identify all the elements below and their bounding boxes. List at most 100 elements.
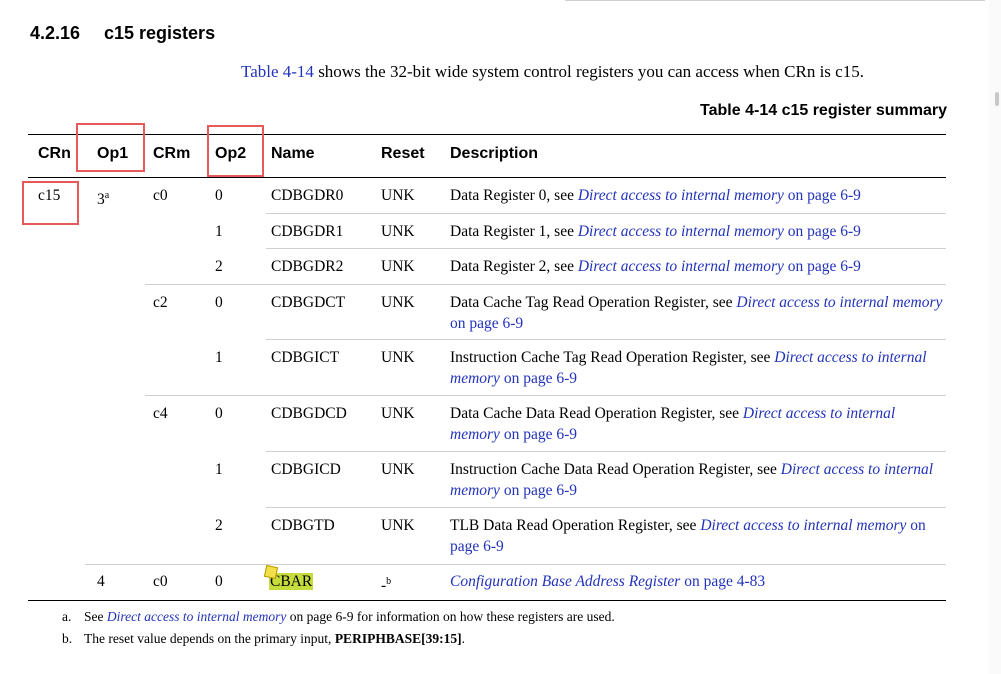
footnote-text: The reset value depends on the primary i…: [84, 631, 465, 647]
cell-crm: c0: [153, 187, 168, 204]
desc-link[interactable]: Direct access to internal memory: [700, 517, 906, 534]
cell-name: CDBGDR0: [271, 187, 344, 204]
cell-description: Configuration Base Address Register on p…: [450, 571, 945, 592]
page-link[interactable]: on page 6-9: [500, 370, 577, 387]
intro-paragraph: Table 4-14 shows the 32-bit wide system …: [241, 62, 864, 82]
row-divider: [266, 213, 946, 214]
signal-name: PERIPHBASE[39:15]: [334, 631, 462, 646]
footnote-label: a.: [62, 609, 72, 624]
desc-text: Data Register 1, see: [450, 223, 578, 240]
cell-description: Data Register 1, see Direct access to in…: [450, 221, 945, 242]
annotation-box-op1: [76, 123, 145, 172]
section-title: c15 registers: [104, 23, 216, 43]
section-heading: 4.2.16 c15 registers: [30, 23, 215, 44]
table-top-rule: [28, 134, 946, 135]
cell-name: CDBGICD: [271, 461, 341, 478]
cell-op1: 4: [97, 573, 105, 590]
cell-description: Data Register 0, see Direct access to in…: [450, 185, 945, 206]
desc-text: Data Cache Tag Read Operation Register, …: [450, 294, 737, 311]
table-title: Table 4-14 c15 register summary: [700, 102, 947, 119]
annotation-box-op2: [207, 125, 264, 177]
cell-reset: -b: [381, 571, 391, 596]
desc-text: Instruction Cache Tag Read Operation Reg…: [450, 349, 775, 366]
cell-description: Data Cache Data Read Operation Register,…: [450, 403, 945, 445]
desc-text: TLB Data Read Operation Register, see: [450, 517, 701, 534]
cell-description: Data Cache Tag Read Operation Register, …: [450, 292, 945, 334]
desc-link[interactable]: Configuration Base Address Register: [450, 573, 680, 590]
row-divider: [266, 339, 946, 340]
cell-op2: 0: [215, 187, 223, 204]
cell-crm: c2: [153, 294, 168, 311]
row-divider: [145, 284, 946, 285]
cell-description: Data Register 2, see Direct access to in…: [450, 256, 945, 277]
cell-name: CDBGDR2: [271, 258, 344, 275]
cell-reset: UNK: [381, 187, 415, 204]
cell-op2: 1: [215, 223, 223, 240]
cell-name: CDBGDCD: [271, 405, 347, 422]
page-link[interactable]: on page 6-9: [450, 315, 523, 332]
cell-op2: 0: [215, 405, 223, 422]
page-link[interactable]: on page 6-9: [784, 187, 861, 204]
cell-reset: UNK: [381, 258, 415, 275]
cell-op2: 1: [215, 461, 223, 478]
footnote-ref[interactable]: a: [105, 190, 109, 201]
annotation-box-crn: [22, 181, 79, 225]
cell-reset: UNK: [381, 349, 415, 366]
col-header-name: Name: [271, 145, 315, 162]
scrollbar[interactable]: [989, 0, 1001, 674]
cell-reset: UNK: [381, 294, 415, 311]
desc-link[interactable]: Direct access to internal memory: [578, 223, 784, 240]
cell-op2: 0: [215, 294, 223, 311]
cell-op2: 2: [215, 517, 223, 534]
desc-text: Data Register 2, see: [450, 258, 578, 275]
cell-reset: UNK: [381, 405, 415, 422]
footnote-link[interactable]: Direct access to internal memory: [107, 609, 286, 624]
col-header-crn: CRn: [38, 145, 71, 162]
cell-op2: 1: [215, 349, 223, 366]
cell-name: CDBGDCT: [271, 294, 346, 311]
annotation-marker-icon[interactable]: [263, 564, 279, 580]
desc-link[interactable]: Direct access to internal memory: [578, 258, 784, 275]
footnote-label: b.: [62, 631, 73, 646]
cell-crm: c0: [153, 573, 168, 590]
footnote-pre: The reset value depends on the primary i…: [84, 631, 335, 646]
col-header-description: Description: [450, 145, 539, 162]
row-divider: [266, 248, 946, 249]
cell-description: Instruction Cache Tag Read Operation Reg…: [450, 347, 945, 389]
row-divider: [85, 564, 946, 565]
intro-text: shows the 32-bit wide system control reg…: [313, 62, 864, 81]
row-divider: [145, 395, 946, 396]
cell-reset: UNK: [381, 223, 415, 240]
cell-reset: UNK: [381, 517, 415, 534]
desc-link[interactable]: Direct access to internal memory: [578, 187, 784, 204]
footnote-post: .: [461, 631, 465, 646]
scroll-thumb[interactable]: [995, 92, 999, 106]
cell-reset: UNK: [381, 461, 415, 478]
op1-value: 3: [97, 191, 105, 209]
table-ref-link[interactable]: Table 4-14: [241, 62, 314, 81]
page-link[interactable]: on page 6-9: [784, 258, 861, 275]
top-divider: [565, 0, 985, 1]
table-header-rule: [28, 177, 946, 178]
page-link[interactable]: on page 4-83: [680, 573, 765, 590]
cell-crm: c4: [153, 405, 168, 422]
footnote-post: on page 6-9 for information on how these…: [286, 609, 615, 624]
page-link[interactable]: on page 6-9: [500, 482, 577, 499]
cell-op2: 2: [215, 258, 223, 275]
footnote-pre: See: [84, 609, 107, 624]
footnote-ref[interactable]: b: [386, 576, 391, 587]
cell-op1: 3a: [97, 185, 109, 210]
section-number: 4.2.16: [30, 23, 81, 43]
desc-text: Instruction Cache Data Read Operation Re…: [450, 461, 781, 478]
cell-name: CDBGICT: [271, 349, 340, 366]
col-header-reset: Reset: [381, 145, 425, 162]
row-divider: [266, 451, 946, 452]
page-link[interactable]: on page 6-9: [784, 223, 861, 240]
desc-text: Data Register 0, see: [450, 187, 578, 204]
desc-text: Data Cache Data Read Operation Register,…: [450, 405, 743, 422]
cell-description: Instruction Cache Data Read Operation Re…: [450, 459, 945, 501]
page-link[interactable]: on page 6-9: [500, 426, 577, 443]
desc-link[interactable]: Direct access to internal memory: [736, 294, 942, 311]
cell-op2: 0: [215, 573, 223, 590]
cell-description: TLB Data Read Operation Register, see Di…: [450, 515, 945, 557]
